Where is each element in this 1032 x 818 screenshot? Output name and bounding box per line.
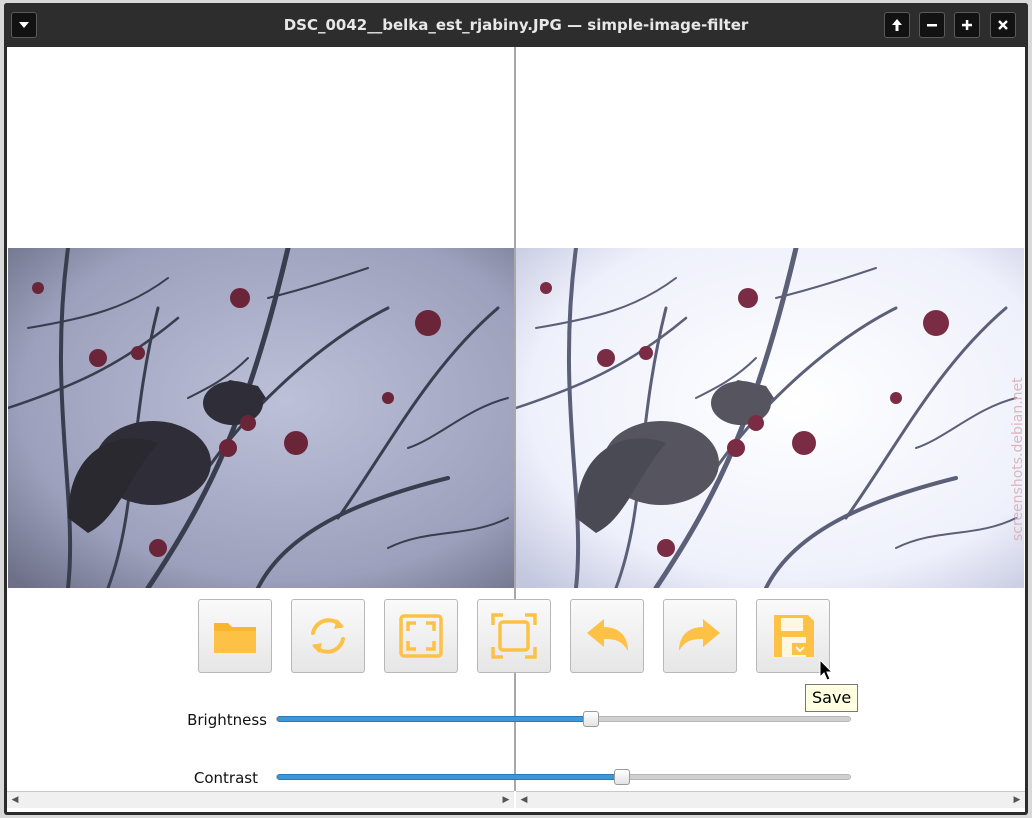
fit-window-icon xyxy=(399,614,443,658)
watermark-text: screenshots.debian.net xyxy=(1010,377,1026,541)
left-horizontal-scrollbar[interactable]: ◀ ▶ xyxy=(7,791,514,808)
brightness-label: Brightness xyxy=(187,711,267,729)
keep-above-button[interactable] xyxy=(884,12,910,38)
original-image-view[interactable] xyxy=(7,47,514,791)
redo-button[interactable] xyxy=(663,599,737,673)
main-area: Save Brightness Contrast ◀ ▶ ◀ ▶ xyxy=(7,47,1025,812)
original-photo xyxy=(8,248,514,588)
scroll-left-icon[interactable]: ◀ xyxy=(516,792,532,808)
contrast-slider[interactable] xyxy=(276,769,851,785)
minimize-icon xyxy=(927,24,937,27)
app-window: DSC_0042__belka_est_rjabiny.JPG — simple… xyxy=(4,3,1028,815)
reset-button[interactable] xyxy=(291,599,365,673)
brightness-slider[interactable] xyxy=(276,711,851,727)
brightness-slider-handle[interactable] xyxy=(583,711,599,727)
zoom-fit-icon xyxy=(491,613,537,659)
right-horizontal-scrollbar[interactable]: ◀ ▶ xyxy=(516,791,1025,808)
save-tooltip: Save xyxy=(805,684,859,712)
open-button[interactable] xyxy=(198,599,272,673)
scroll-right-icon[interactable]: ▶ xyxy=(1009,792,1025,808)
filtered-image-view[interactable] xyxy=(516,47,1025,791)
undo-button[interactable] xyxy=(570,599,644,673)
watermark: screenshots.debian.net xyxy=(1008,303,1026,543)
zoom-fit-button[interactable] xyxy=(477,599,551,673)
brightness-slider-fill xyxy=(277,716,591,722)
filtered-photo xyxy=(516,248,1024,588)
contrast-slider-handle[interactable] xyxy=(613,769,630,785)
scroll-right-icon[interactable]: ▶ xyxy=(498,792,514,808)
fit-window-button[interactable] xyxy=(384,599,458,673)
scroll-left-icon[interactable]: ◀ xyxy=(7,792,23,808)
close-icon xyxy=(998,20,1008,30)
minimize-button[interactable] xyxy=(919,12,945,38)
contrast-label: Contrast xyxy=(193,769,258,787)
arrow-up-icon xyxy=(892,19,902,31)
mouse-cursor-icon xyxy=(819,659,834,681)
title-bar: DSC_0042__belka_est_rjabiny.JPG — simple… xyxy=(4,3,1028,47)
save-icon xyxy=(774,615,814,657)
folder-open-icon xyxy=(214,623,256,653)
maximize-icon xyxy=(962,20,972,30)
redo-icon xyxy=(679,619,720,651)
window-title: DSC_0042__belka_est_rjabiny.JPG — simple… xyxy=(283,16,749,34)
undo-icon xyxy=(587,619,628,651)
contrast-slider-fill xyxy=(277,774,622,780)
maximize-button[interactable] xyxy=(954,12,980,38)
close-button[interactable] xyxy=(990,12,1016,38)
refresh-icon xyxy=(311,618,345,654)
